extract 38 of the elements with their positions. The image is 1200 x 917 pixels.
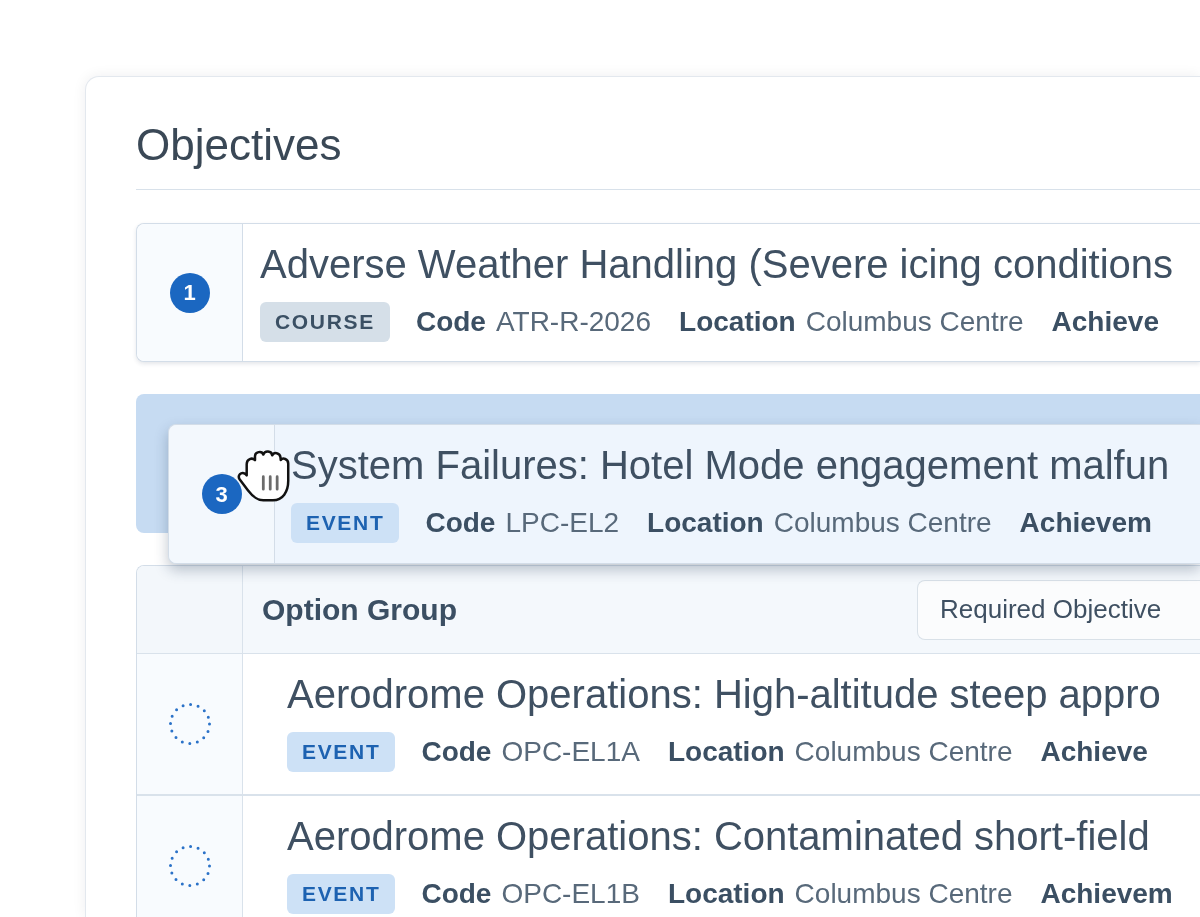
meta-value: OPC-EL1A <box>501 735 640 769</box>
meta-label: Code <box>425 506 496 540</box>
objective-title: Aerodrome Operations: Contaminated short-field <box>287 813 1151 860</box>
meta-value: ATR-R-2026 <box>495 305 652 339</box>
objective-title: System Failures: Hotel Mode engagement malfun <box>291 442 1171 489</box>
meta-label: Location <box>679 305 796 339</box>
meta-value: OPC-EL1B <box>501 877 640 911</box>
meta-label: Achievem <box>1040 877 1173 911</box>
meta-label: Achieve <box>1040 735 1148 769</box>
type-tag: COURSE <box>260 302 390 342</box>
option-group-heading: Option Group <box>262 592 457 628</box>
type-tag: EVENT <box>291 503 400 543</box>
meta-value: LPC-EL2 <box>505 506 620 540</box>
meta-value: Columbus Centre <box>794 877 1013 911</box>
objective-title: Adverse Weather Handling (Severe icing conditions <box>260 241 1175 288</box>
meta-value: Columbus Centre <box>794 735 1013 769</box>
meta-label: Location <box>667 877 785 911</box>
grab-cursor-icon <box>237 449 291 503</box>
dotted-circle-icon <box>168 845 211 887</box>
meta-label: Achieve <box>1051 305 1159 339</box>
meta-value: Columbus Centre <box>805 305 1024 339</box>
meta-label: Code <box>415 305 486 339</box>
panel-title: Objectives <box>136 119 343 171</box>
type-tag: EVENT <box>287 732 396 772</box>
number-badge: 3 <box>201 474 242 514</box>
meta-label: Code <box>421 735 492 769</box>
type-tag: EVENT <box>287 874 396 914</box>
meta-label: Achievem <box>1019 506 1152 540</box>
meta-label: Location <box>667 735 785 769</box>
dotted-circle-icon <box>168 703 211 745</box>
required-objective-button[interactable]: Required Objective <box>917 579 1200 640</box>
objective-title: Aerodrome Operations: High-altitude steep appro <box>287 671 1162 718</box>
meta-label: Location <box>647 506 764 540</box>
objective-card[interactable]: 3 System Failures: Hotel Mode engagement malfun EVENT Code LPC-EL2 Location Columbus Centre Achievem <box>168 424 1200 564</box>
objective-card[interactable]: 1 Adverse Weather Handling (Severe icing conditions COURSE Code ATR-R-2026 Location Columbus Centre Achieve <box>136 223 1200 362</box>
number-badge: 1 <box>169 272 210 313</box>
meta-value: Columbus Centre <box>773 506 992 540</box>
meta-label: Code <box>421 877 492 911</box>
